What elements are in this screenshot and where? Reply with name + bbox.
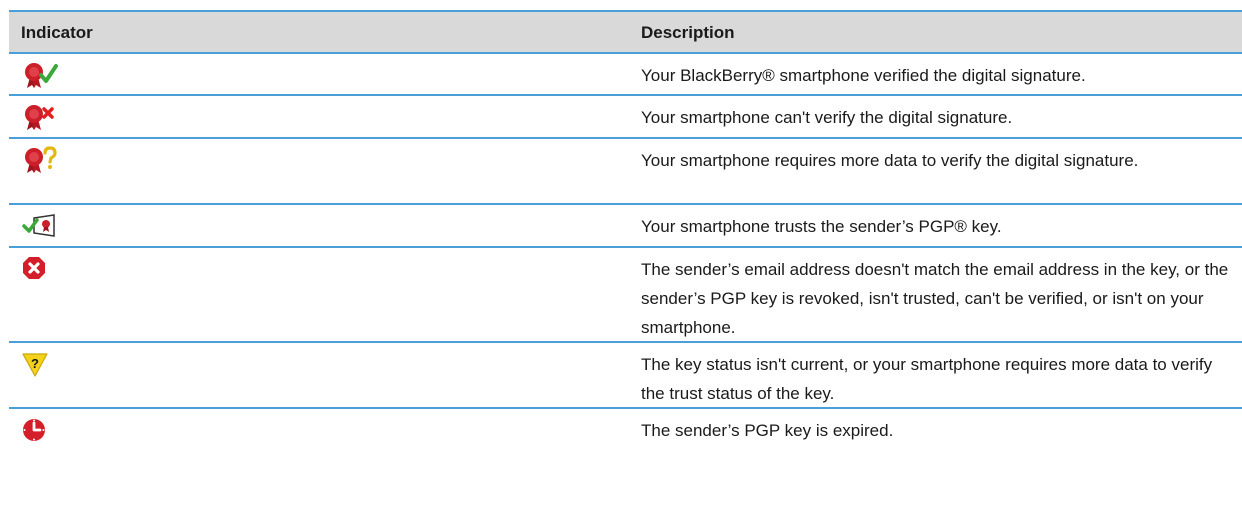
table-row: The sender’s PGP key is expired. [9, 409, 1242, 451]
row-description: The sender’s PGP key is expired. [641, 421, 894, 440]
table-row: Your BlackBerry® smartphone verified the… [9, 54, 1242, 96]
svg-text:?: ? [31, 356, 39, 371]
table-row: Your smartphone can't verify the digital… [9, 96, 1242, 139]
pgp-key-error-icon [21, 255, 65, 283]
row-description: Your smartphone can't verify the digital… [641, 108, 1013, 127]
indicator-column-header: Indicator [21, 23, 93, 42]
pgp-key-expired-icon [21, 416, 65, 444]
indicator-table: Indicator Description Your BlackBerry® s… [9, 10, 1242, 451]
row-description: The key status isn't current, or your sm… [641, 355, 1213, 403]
row-description: Your smartphone trusts the sender’s PGP®… [641, 217, 1002, 236]
signature-not-verified-icon [21, 103, 65, 131]
table-row: ? The key status isn't current, or your … [9, 343, 1242, 409]
table-header: Indicator Description [9, 10, 1242, 54]
table-row: Your smartphone trusts the sender’s PGP®… [9, 205, 1242, 248]
signature-verified-icon [21, 61, 65, 89]
key-status-warning-icon: ? [21, 350, 65, 378]
row-description: Your BlackBerry® smartphone verified the… [641, 66, 1086, 85]
row-description: The sender’s email address doesn't match… [641, 260, 1229, 337]
signature-needs-data-icon [21, 146, 65, 174]
row-description: Your smartphone requires more data to ve… [641, 151, 1139, 170]
table-row: The sender’s email address doesn't match… [9, 248, 1242, 343]
description-column-header: Description [641, 23, 735, 42]
table-row: Your smartphone requires more data to ve… [9, 139, 1242, 205]
pgp-key-trusted-icon [21, 212, 65, 240]
